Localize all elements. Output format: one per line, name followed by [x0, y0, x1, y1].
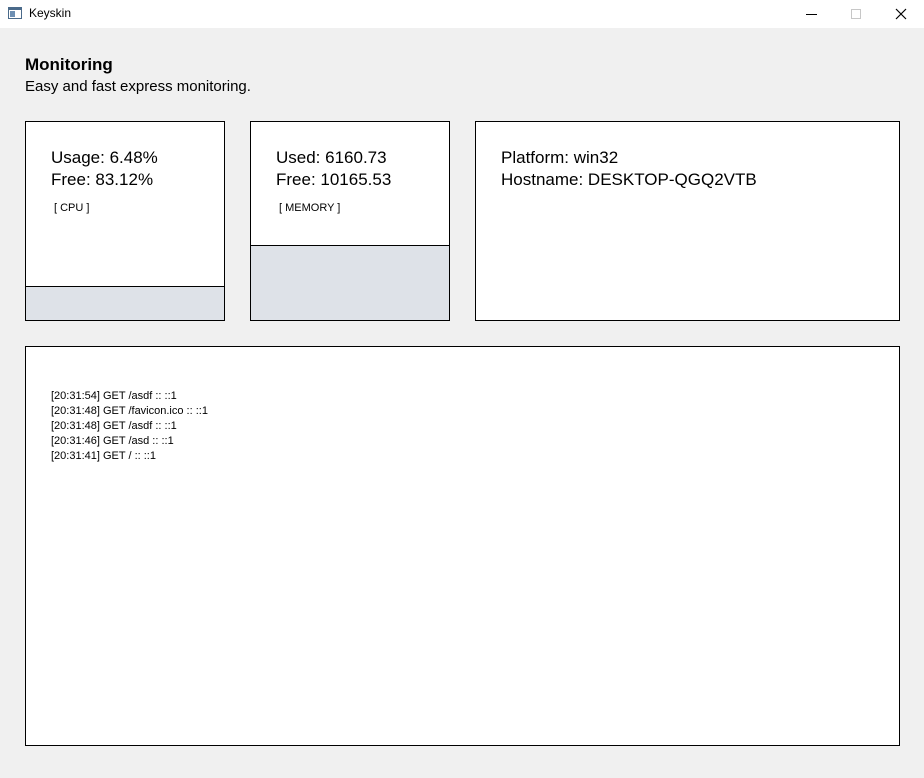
page-title: Monitoring [25, 55, 113, 74]
maximize-icon [851, 9, 861, 19]
platform-text: Platform: win32 [501, 148, 619, 167]
page-subtitle: Easy and fast express monitoring. [25, 78, 251, 95]
log-entry: [20:31:48] GET /asdf :: ::1 [51, 420, 177, 432]
log-entry: [20:31:41] GET / :: ::1 [51, 450, 156, 462]
memory-usage-bar [251, 245, 449, 320]
memory-label: [ MEMORY ] [279, 202, 341, 214]
log-list: [20:31:54] GET /asdf :: ::1 [20:31:48] G… [51, 389, 208, 464]
app-window-icon [8, 7, 22, 19]
memory-used-text: Used: 6160.73 [276, 148, 387, 167]
request-log-panel[interactable]: [20:31:54] GET /asdf :: ::1 [20:31:48] G… [25, 346, 900, 746]
cpu-card: Usage: 6.48% Free: 83.12% [ CPU ] [25, 121, 225, 321]
close-button[interactable] [878, 0, 924, 28]
cpu-stats: Usage: 6.48% Free: 83.12% [51, 147, 158, 191]
window-title: Keyskin [29, 6, 72, 20]
log-entry: [20:31:48] GET /favicon.ico :: ::1 [51, 405, 208, 417]
memory-card: Used: 6160.73 Free: 10165.53 [ MEMORY ] [250, 121, 450, 321]
memory-stats: Used: 6160.73 Free: 10165.53 [276, 147, 391, 191]
memory-free-text: Free: 10165.53 [276, 170, 392, 189]
page-header: Monitoring Easy and fast express monitor… [25, 55, 251, 97]
maximize-button[interactable] [833, 0, 879, 28]
cpu-free-text: Free: 83.12% [51, 170, 154, 189]
log-entry: [20:31:46] GET /asd :: ::1 [51, 435, 174, 447]
cpu-usage-bar [26, 286, 224, 320]
hostname-text: Hostname: DESKTOP-QGQ2VTB [501, 170, 757, 189]
minimize-button[interactable] [788, 0, 834, 28]
cpu-usage-text: Usage: 6.48% [51, 148, 158, 167]
log-entry: [20:31:54] GET /asdf :: ::1 [51, 390, 177, 402]
close-icon [895, 8, 907, 20]
title-bar: Keyskin [0, 0, 924, 28]
minimize-icon [805, 13, 817, 15]
cpu-label: [ CPU ] [54, 202, 90, 214]
system-card: Platform: win32 Hostname: DESKTOP-QGQ2VT… [475, 121, 900, 321]
system-info: Platform: win32 Hostname: DESKTOP-QGQ2VT… [501, 147, 757, 191]
